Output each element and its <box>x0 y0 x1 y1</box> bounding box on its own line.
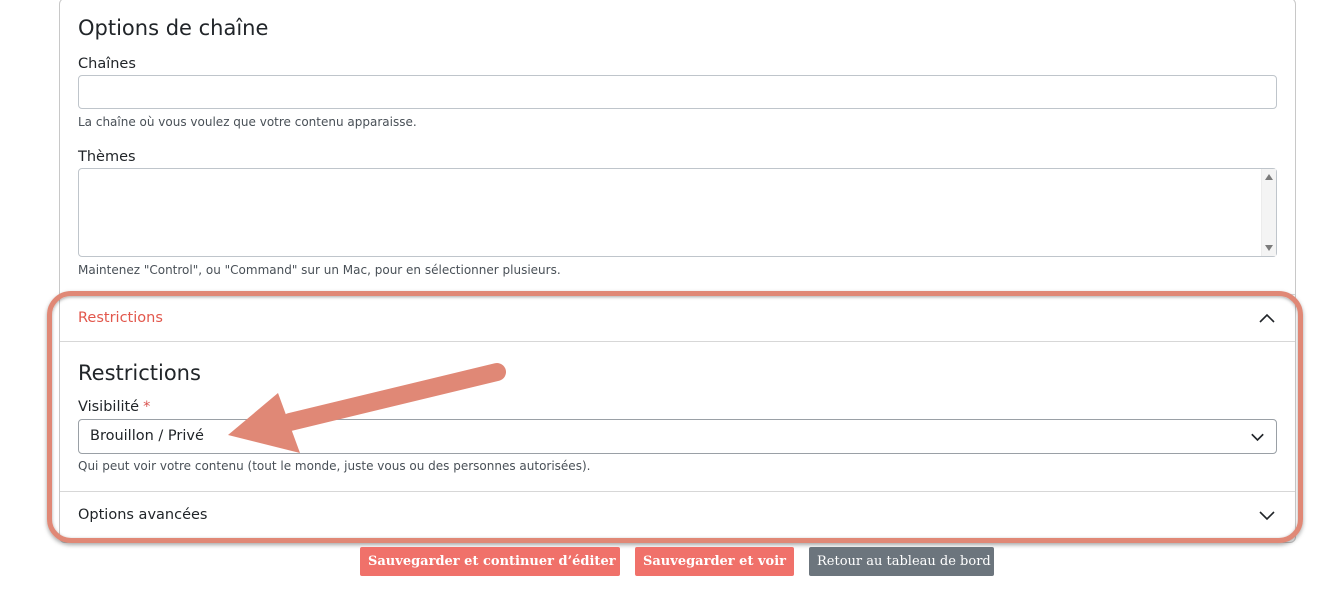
divider <box>60 491 1295 492</box>
advanced-options-accordion-header[interactable]: Options avancées <box>78 507 207 523</box>
scroll-up-arrow-icon[interactable] <box>1265 174 1273 180</box>
themes-scrollbar[interactable] <box>1261 169 1276 256</box>
divider <box>60 341 1295 342</box>
visibility-selected-value: Brouillon / Privé <box>90 428 204 444</box>
themes-help-text: Maintenez "Control", ou "Command" sur un… <box>78 263 561 277</box>
themes-label: Thèmes <box>78 149 136 165</box>
restrictions-title: Restrictions <box>78 361 201 385</box>
channels-label: Chaînes <box>78 56 136 72</box>
restrictions-accordion-header[interactable]: Restrictions <box>78 310 163 326</box>
channels-help-text: La chaîne où vous voulez que votre conte… <box>78 115 417 129</box>
scroll-down-arrow-icon[interactable] <box>1265 245 1273 251</box>
chevron-down-icon[interactable] <box>1259 511 1275 521</box>
back-to-dashboard-button[interactable]: Retour au tableau de bord <box>809 547 994 576</box>
visibility-label: Visibilité * <box>78 399 150 415</box>
themes-multiselect[interactable] <box>78 168 1277 257</box>
chevron-up-icon[interactable] <box>1259 313 1275 323</box>
save-view-button[interactable]: Sauvegarder et voir <box>635 547 794 576</box>
save-continue-button[interactable]: Sauvegarder et continuer d’éditer <box>360 547 620 576</box>
required-marker: * <box>143 399 151 415</box>
visibility-select[interactable]: Brouillon / Privé <box>78 419 1277 454</box>
visibility-label-text: Visibilité <box>78 399 140 415</box>
visibility-help-text: Qui peut voir votre contenu (tout le mon… <box>78 459 591 473</box>
divider <box>60 294 1295 295</box>
chevron-down-icon <box>1251 433 1264 442</box>
channel-options-title: Options de chaîne <box>78 16 269 40</box>
channels-input[interactable] <box>78 75 1277 109</box>
